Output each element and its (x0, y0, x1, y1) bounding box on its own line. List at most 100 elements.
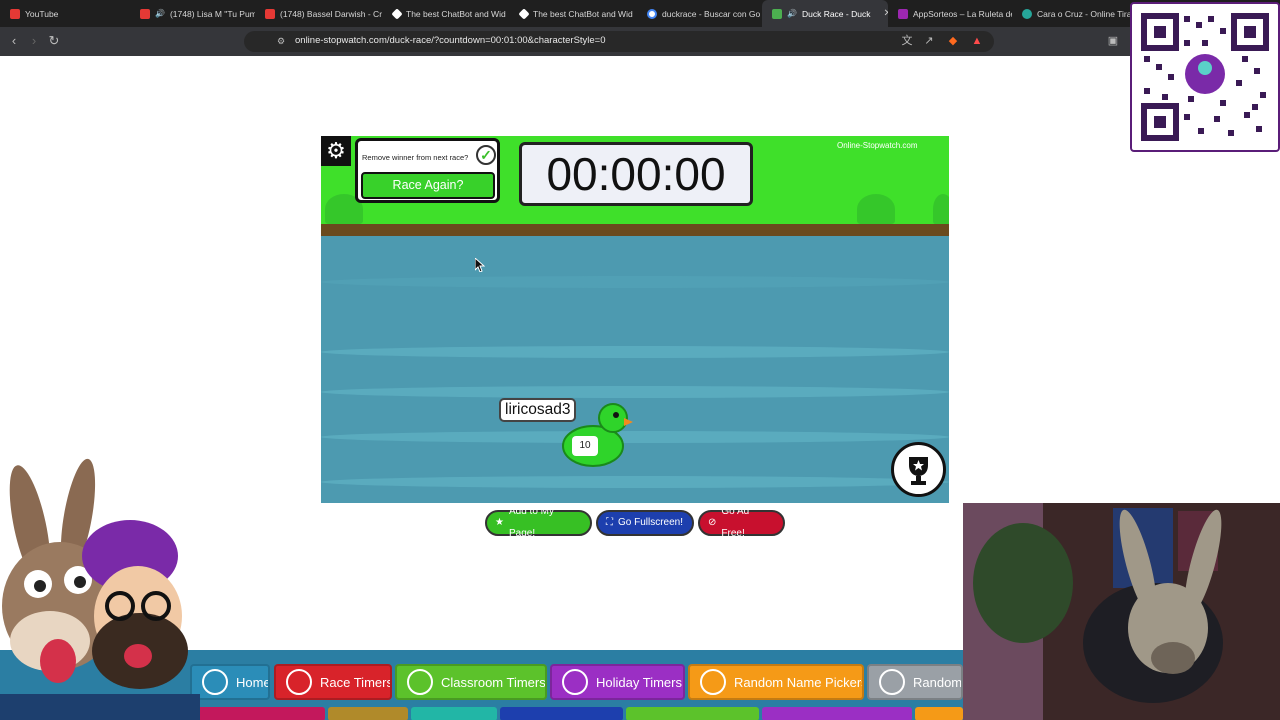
river-bank (321, 224, 949, 236)
youtube-icon (265, 8, 275, 19)
mouse-cursor-icon (475, 258, 485, 272)
trophy-icon (909, 457, 928, 485)
nav-row2-item[interactable] (762, 707, 912, 720)
tab-chatbot-2[interactable]: The best ChatBot and Wid (510, 0, 637, 27)
nav-label: Holiday Timers (596, 674, 682, 690)
add-to-my-page-button[interactable]: ★ Add to My Page! (485, 506, 592, 539)
go-ad-free-label: Go Ad Free! (721, 506, 750, 539)
nav-label: Home (236, 674, 270, 690)
nav-holiday-timers[interactable]: Holiday Timers (550, 664, 685, 700)
wave (321, 346, 949, 358)
nav-row2-item[interactable] (328, 707, 408, 720)
nav-row2-item[interactable] (626, 707, 759, 720)
nav-row2-item[interactable] (190, 707, 325, 720)
tree-icon (562, 669, 588, 695)
streamer-cartoon-avatar (0, 458, 200, 720)
remove-winner-label: Remove winner from next race? (362, 153, 469, 162)
nav-home[interactable]: Home (190, 664, 270, 700)
wave (321, 476, 949, 488)
appsorteos-icon (898, 8, 908, 19)
brave-shield-icon[interactable]: ◆ (946, 34, 960, 48)
tab-title: The best ChatBot and Wid (406, 8, 506, 19)
tab-cara-cruz[interactable]: Cara o Cruz - Online Tirar (1012, 0, 1130, 27)
wave (321, 431, 949, 443)
race-icon (286, 669, 312, 695)
tab-youtube[interactable]: YouTube (0, 0, 130, 27)
duck-icon (562, 403, 633, 467)
tab-title: Cara o Cruz - Online Tirar (1037, 8, 1130, 19)
tab-chatbot-1[interactable]: The best ChatBot and Wid (383, 0, 510, 27)
tab-title: Duck Race - Duck (801, 8, 871, 19)
tab-title: YouTube (25, 8, 59, 19)
add-to-my-page-label: Add to My Page! (508, 506, 554, 539)
coin-icon (1022, 8, 1032, 19)
share-icon[interactable]: ↗ (922, 34, 936, 48)
webcam-image (963, 503, 1280, 720)
star-icon: ★ (495, 517, 504, 528)
remove-winner-panel: Remove winner from next race? ✓ Race Aga… (355, 138, 500, 203)
tab-lisa[interactable]: 🔊 (1748) Lisa M "Tu Pum (130, 0, 255, 27)
go-fullscreen-button[interactable]: ⛶ Go Fullscreen! (596, 510, 694, 536)
yape-qr-code (1130, 2, 1280, 152)
wave (321, 276, 949, 288)
webcam-overlay (963, 503, 1280, 720)
sidebar-toggle-icon[interactable]: ▣ (1106, 34, 1120, 48)
tab-appsorteos[interactable]: AppSorteos – La Ruleta de (888, 0, 1012, 27)
no-ads-icon: ⊘ (708, 517, 717, 528)
go-ad-free-button[interactable]: ⊘ Go Ad Free! (698, 506, 785, 539)
tab-google-search[interactable]: duckrace - Buscar con Go (637, 0, 762, 27)
audio-icon: 🔊 (787, 9, 797, 18)
nav-row2-item[interactable] (411, 707, 497, 720)
nav-label: Classroom Timers (441, 674, 546, 690)
translate-icon[interactable]: 文 (900, 34, 914, 48)
browser-tab-bar: YouTube 🔊 (1748) Lisa M "Tu Pum (1748) B… (0, 0, 1280, 27)
nav-row2-item[interactable] (500, 707, 623, 720)
nav-race-timers[interactable]: Race Timers (274, 664, 392, 700)
url-text[interactable]: online-stopwatch.com/duck-race/?countdow… (295, 35, 606, 46)
nav-random-name-pickers[interactable]: Random Name Pickers (688, 664, 864, 700)
reload-icon[interactable]: ↻ (46, 33, 62, 49)
youtube-icon (10, 8, 20, 19)
apple-icon (407, 669, 433, 695)
tab-title: (1748) Bassel Darwish - Cr (280, 8, 383, 19)
bush (857, 194, 895, 224)
bush (933, 194, 949, 224)
tab-title: duckrace - Buscar con Go (662, 8, 761, 19)
nav-random-n[interactable]: Random N (867, 664, 963, 700)
spinner-icon (700, 669, 726, 695)
tab-title: (1748) Lisa M "Tu Pum (169, 8, 255, 19)
back-icon[interactable]: ‹ (6, 33, 22, 49)
stopwatch-icon (772, 8, 782, 19)
diamond-icon (391, 7, 403, 20)
wave (321, 386, 949, 398)
forward-icon[interactable]: › (26, 33, 42, 49)
youtube-icon (140, 8, 150, 19)
tab-title: The best ChatBot and Wid (533, 8, 633, 19)
google-icon (647, 8, 657, 19)
dice-icon (879, 669, 905, 695)
site-info-icon[interactable]: ⚙ (274, 34, 288, 48)
tab-title: AppSorteos – La Ruleta de (913, 8, 1012, 19)
nav-label: Race Timers (320, 674, 392, 690)
nav-label: Random Name Pickers (734, 674, 864, 690)
nav-label: Random N (913, 674, 963, 690)
audio-icon: 🔊 (155, 9, 165, 18)
nav-classroom-timers[interactable]: Classroom Timers (395, 664, 547, 700)
qr-code-icon (1141, 13, 1269, 141)
duck-race-game[interactable]: ⚙ Remove winner from next race? ✓ Race A… (321, 136, 949, 503)
home-icon (202, 669, 228, 695)
nav-row2-item[interactable] (915, 707, 963, 720)
river-water (321, 236, 949, 503)
diamond-icon (518, 7, 530, 20)
rewards-icon[interactable]: ▲ (970, 34, 984, 48)
duck-number-badge: 10 (572, 436, 598, 456)
tab-bassel[interactable]: (1748) Bassel Darwish - Cr (255, 0, 383, 27)
winners-trophy-button[interactable] (891, 442, 946, 497)
brand-logo[interactable]: Online-Stopwatch.com (837, 141, 917, 150)
settings-gear-icon[interactable]: ⚙ (321, 136, 351, 166)
fullscreen-icon: ⛶ (606, 517, 613, 528)
countdown-timer: 00:00:00 (519, 142, 753, 206)
remove-winner-checkbox[interactable]: ✓ (476, 145, 496, 165)
tab-duck-race[interactable]: 🔊 Duck Race - Duck ✕ (762, 0, 888, 27)
race-again-button[interactable]: Race Again? (361, 172, 495, 199)
